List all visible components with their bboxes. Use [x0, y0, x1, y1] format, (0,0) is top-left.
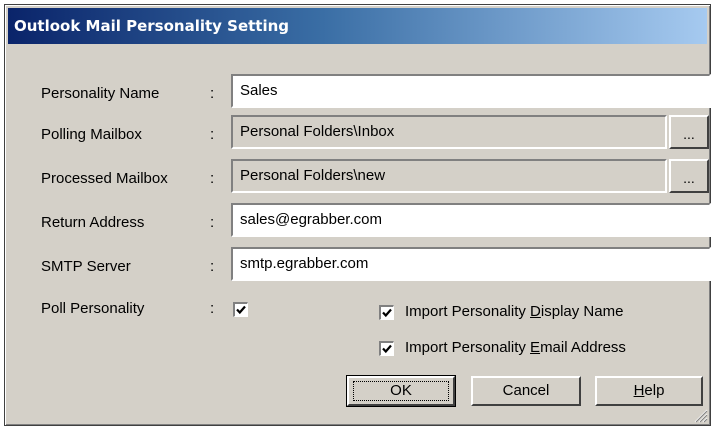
personality-name-colon: :: [210, 85, 215, 102]
check-mark-icon: [236, 305, 246, 315]
ok-button[interactable]: OK: [346, 375, 456, 407]
import-email-address-label-post: mail Address: [540, 339, 626, 356]
processed-mailbox-browse-button[interactable]: ...: [669, 159, 709, 193]
help-accel: H: [633, 382, 645, 399]
ok-focus-rect: [353, 381, 449, 401]
import-email-address-accel: E: [530, 339, 541, 356]
import-display-name-label-post: isplay Name: [540, 303, 624, 320]
import-display-name-label-pre: Import Personality: [405, 303, 531, 320]
poll-personality-checkbox[interactable]: [233, 302, 248, 317]
import-email-address-checkbox[interactable]: [379, 341, 394, 356]
smtp-server-colon: :: [210, 258, 215, 275]
polling-mailbox-colon: :: [210, 126, 215, 143]
import-email-address-label-pre: Import Personality: [405, 339, 531, 356]
processed-mailbox-label: Processed Mailbox: [41, 170, 168, 187]
cancel-button-label: Cancel: [502, 382, 550, 399]
processed-mailbox-colon: :: [210, 170, 215, 187]
help-button-label: elp: [644, 382, 665, 399]
poll-personality-label: Poll Personality: [41, 300, 145, 317]
polling-mailbox-field: Personal Folders\Inbox: [231, 115, 667, 149]
title-bar[interactable]: Outlook Mail Personality Setting: [8, 8, 707, 44]
personality-name-label: Personality Name: [41, 85, 160, 102]
help-button[interactable]: Help: [595, 376, 703, 406]
cancel-button[interactable]: Cancel: [471, 376, 581, 406]
import-email-address-label[interactable]: Import Personality Email Address: [405, 339, 626, 356]
return-address-label: Return Address: [41, 214, 145, 231]
window-title: Outlook Mail Personality Setting: [14, 17, 290, 35]
check-mark-icon: [382, 308, 392, 318]
poll-personality-colon: :: [210, 300, 215, 317]
check-mark-icon: [382, 344, 392, 354]
import-display-name-label[interactable]: Import Personality Display Name: [405, 303, 623, 320]
polling-mailbox-label: Polling Mailbox: [41, 126, 142, 143]
resize-grip-icon[interactable]: [694, 409, 708, 423]
dialog-window: Outlook Mail Personality Setting Persona…: [4, 4, 711, 426]
polling-mailbox-browse-button[interactable]: ...: [669, 115, 709, 149]
personality-name-input[interactable]: Sales: [231, 74, 711, 108]
smtp-server-label: SMTP Server: [41, 258, 131, 275]
processed-mailbox-field: Personal Folders\new: [231, 159, 667, 193]
import-display-name-checkbox[interactable]: [379, 305, 394, 320]
return-address-colon: :: [210, 214, 215, 231]
smtp-server-input[interactable]: smtp.egrabber.com: [231, 247, 711, 281]
import-display-name-accel: D: [530, 303, 541, 320]
return-address-input[interactable]: sales@egrabber.com: [231, 203, 711, 237]
